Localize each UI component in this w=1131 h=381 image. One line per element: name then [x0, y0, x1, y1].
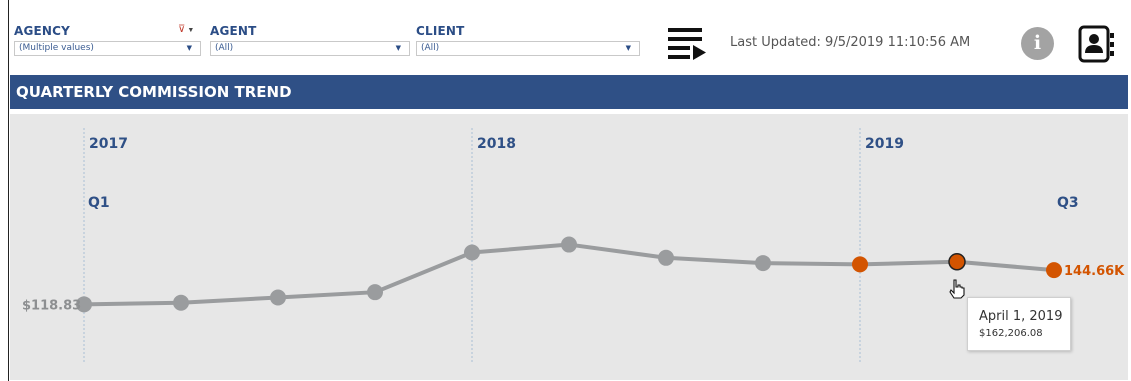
tooltip-date: April 1, 2019: [979, 309, 1063, 324]
data-point: [948, 253, 966, 271]
year-label: 2017: [89, 136, 128, 152]
quarter-label-last: Q3: [1057, 195, 1079, 211]
data-point: [852, 256, 868, 273]
year-label: 2018: [477, 136, 516, 152]
quarter-label-first: Q1: [88, 195, 110, 211]
data-point: [561, 236, 577, 253]
data-point: [367, 284, 383, 301]
data-point: [464, 244, 480, 261]
hand-cursor-icon: [949, 279, 965, 299]
tooltip-value: $162,206.08: [979, 328, 1043, 339]
data-point: [755, 255, 771, 272]
year-label: 2019: [865, 136, 904, 152]
data-point: [658, 249, 674, 266]
data-point: [1046, 262, 1062, 279]
chart-tooltip: April 1, 2019 $162,206.08: [967, 297, 1071, 351]
commission-trend-chart: 2017 2018 2019 Q1 Q3 $118.83 144.66K: [22, 128, 1125, 362]
data-point: [173, 294, 189, 311]
start-value-label: $118.83: [22, 298, 81, 313]
series-line: [83, 242, 1055, 307]
end-value-label: 144.66K: [1064, 264, 1125, 279]
data-point: [270, 289, 286, 306]
